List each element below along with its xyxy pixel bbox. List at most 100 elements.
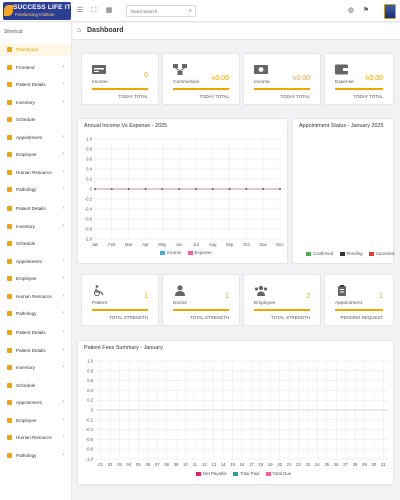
sidebar-item[interactable]: Dashboard [0,44,71,56]
menu-icon[interactable]: ☰ [76,7,84,15]
stat-card-commission: Commission ৳0.00 TODAY TOTAL [162,53,240,105]
page-title: Dashboard [87,27,124,34]
sidebar-item-icon [7,64,12,70]
legend-item-total-paid[interactable]: Total Paid [233,471,259,476]
data-point[interactable] [279,188,281,190]
sidebar-item-icon [7,258,12,264]
sidebar-item-icon [7,365,12,370]
sidebar-item[interactable]: Patient Details › [0,345,71,357]
appointment-status-legend: Confirmed Pending Canceled [306,251,399,256]
logo-wing-icon [4,5,13,16]
sidebar-item[interactable]: Human Resource › [0,291,71,303]
sidebar-item[interactable]: Frontend › [0,62,71,74]
sidebar-item[interactable]: Patient Details › [0,79,71,91]
sidebar-item[interactable]: Employee › [0,273,71,285]
data-point[interactable] [228,188,231,190]
legend-item-pending[interactable]: Pending [339,251,363,256]
legend-item-total-due[interactable]: Total Due [265,471,292,476]
sidebar-item[interactable]: Schedule [0,114,71,126]
x-tick-label: Mar [125,242,133,247]
stat-label: Doctor [173,301,188,306]
legend-item-confirmed[interactable]: Confirmed [306,251,333,256]
sidebar-item-icon [7,293,12,299]
sidebar-item[interactable]: Inventory › [0,97,71,109]
stat-bar [92,88,148,90]
stat-value: 0 [144,72,148,79]
wheelchair-icon [93,285,104,296]
data-point[interactable] [211,188,214,190]
sidebar-item[interactable]: Schedule [0,380,71,392]
sidebar-item[interactable]: Appointment › [0,256,71,268]
sidebar-item[interactable]: Pathology › [0,184,71,196]
search-icon[interactable]: ⌕ [189,8,192,15]
sidebar-item[interactable]: Patient Details › [0,327,71,339]
sidebar-item[interactable]: Pathology › [0,308,71,320]
sidebar-item[interactable]: Patient Details › [0,203,71,215]
appointment-status-title: Appointment Status - January 2025 [299,123,384,129]
chevron-right-icon: › [62,292,64,299]
data-point[interactable] [127,188,130,190]
sidebar-item[interactable]: Pathology › [0,450,71,462]
data-point[interactable] [110,188,113,190]
flag-icon[interactable]: ⚑ [362,7,370,15]
sidebar-item[interactable]: Schedule [0,238,71,250]
sidebar-item[interactable]: Inventory › [0,362,71,374]
sidebar-item[interactable]: Appointment › [0,397,71,409]
y-tick-label: -1.0 [85,237,93,242]
search-input[interactable] [127,6,185,16]
legend-label: Expense [194,250,212,255]
calculator-icon[interactable]: ▦ [105,7,113,15]
chevron-right-icon: › [62,364,64,370]
sidebar-item-label: Schedule [16,117,36,122]
data-point[interactable] [161,188,164,190]
x-tick-label: Jan [92,242,99,247]
user-avatar[interactable] [384,4,396,19]
sidebar-item[interactable]: Employee › [0,149,71,161]
stat-card-doctor: Doctor 1 TOTAL STRENGTH [162,274,240,326]
legend-label: Total Due [272,471,292,476]
data-point[interactable] [178,188,180,190]
sidebar-item-label: Pathology [16,311,37,316]
fullscreen-icon[interactable]: ⛶ [90,7,98,15]
legend-item-canceled[interactable]: Canceled [368,251,395,256]
sidebar-item[interactable]: Inventory › [0,221,71,233]
sidebar-item[interactable]: Human Resource › [0,432,71,444]
legend-swatch [306,251,311,256]
home-icon[interactable]: ⌂ [77,27,81,34]
data-point[interactable] [94,188,96,190]
y-tick-label: -0.6 [86,437,94,442]
sidebar-item-icon [7,47,12,52]
chevron-right-icon: › [62,151,64,157]
sidebar-item-icon [7,400,12,405]
sidebar-item[interactable]: Human Resource › [0,167,71,179]
x-tick-label: Jun [176,242,183,247]
brand-logo[interactable]: SUCCESS LIFE IT Freelancing Institute [3,2,71,20]
x-tick-label: 15 [230,462,235,467]
stat-label: Employee [254,301,276,306]
sidebar-item-label: Dashboard [16,47,39,52]
stat-bar [92,309,148,311]
x-tick-label: 13 [211,462,216,467]
data-point[interactable] [144,188,147,190]
stat-card-patient: Patient 1 TOTAL STRENGTH [81,274,159,326]
x-tick-label: 14 [221,462,226,467]
legend-swatch [368,251,374,256]
sidebar-item[interactable]: Appointment › [0,132,71,144]
legend-item-net-payable[interactable]: Net Payable [196,471,227,476]
legend-item-expense[interactable]: Expense [187,250,212,255]
x-tick-label: 09 [174,462,179,467]
globe-icon[interactable]: ◍ [347,7,355,15]
sidebar-item-label: Patient Details [16,347,46,353]
legend-item-income[interactable]: Income [160,250,181,255]
stat-card-income-2: Income ৳0.00 TODAY TOTAL [243,53,321,105]
x-tick-label: 26 [334,462,339,467]
legend-label: Canceled [375,251,395,256]
x-tick-label: 01 [98,462,103,467]
sidebar-item[interactable]: Employee › [0,415,71,427]
chart-legend: Income Expense [160,250,217,255]
y-tick-label: 0.6 [87,378,93,383]
sidebar-item-icon [7,187,12,192]
data-point[interactable] [195,188,197,190]
data-point[interactable] [245,188,248,190]
data-point[interactable] [262,188,265,190]
